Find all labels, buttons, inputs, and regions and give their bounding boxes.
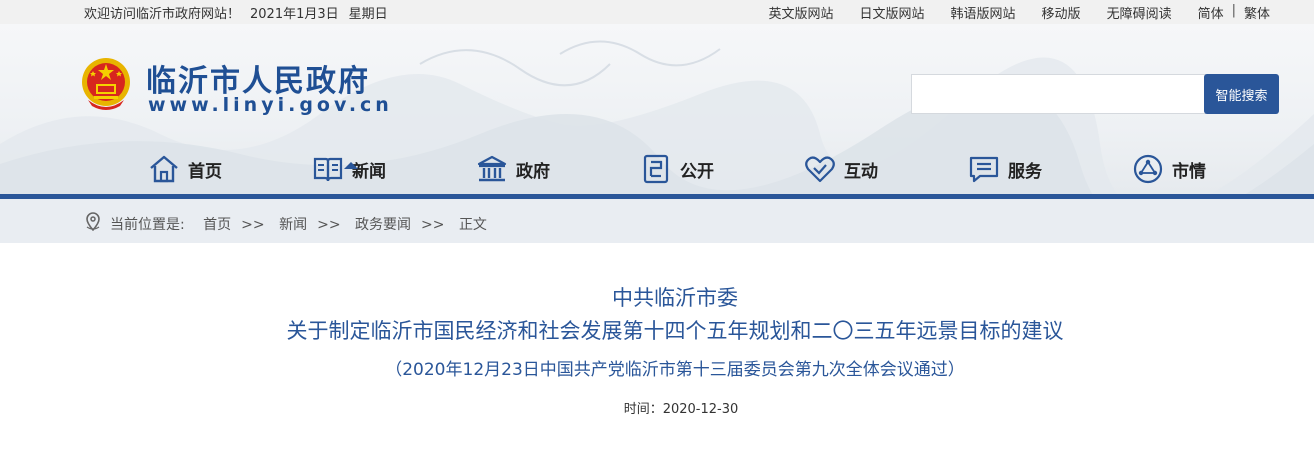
service-icon [969,156,999,183]
nav-item-interaction[interactable]: 互动 [804,152,878,186]
location-pin-icon [86,212,100,231]
time-value: 2020-12-30 [662,402,739,417]
simplified-chinese-link[interactable]: 简体 [1198,3,1224,22]
current-date: 2021年1月3日 [250,7,339,22]
smart-search-button[interactable]: 智能搜索 [1204,74,1279,114]
nav-label-government: 政府 [516,161,550,182]
government-icon [477,155,507,182]
top-bar: 欢迎访问临沂市政府网站！ 2021年1月3日 星期日 英文版网站 日文版网站 韩语版… [0,0,1314,24]
nav-item-home[interactable]: 首页 [148,152,222,186]
article-title-line2: 关于制定临沂市国民经济和社会发展第十四个五年规划和二〇三五年远景目标的建议 [286,319,1064,343]
city-info-icon [1133,154,1163,184]
nav-label-service: 服务 [1008,161,1042,182]
japanese-site-link[interactable]: 日文版网站 [860,3,925,22]
breadcrumb-current: 正文 [458,217,487,233]
time-label: 时间： [623,402,663,417]
breadcrumb-separator: >> [241,217,265,233]
nav-label-city-info: 市情 [1172,161,1206,182]
current-weekday: 星期日 [348,7,388,22]
mobile-site-link[interactable]: 移动版 [1042,3,1081,22]
top-links: 英文版网站 日文版网站 韩语版网站 移动版 无障碍阅读 简体 | 繁体 [743,3,1271,22]
nav-label-interaction: 互动 [844,161,878,182]
english-site-link[interactable]: 英文版网站 [769,3,834,22]
nav-label-news: 新闻 [352,161,386,182]
nav-label-home: 首页 [188,161,222,182]
nav-item-government[interactable]: 政府 [476,152,550,186]
welcome-text: 欢迎访问临沂市政府网站！ 2021年1月3日 星期日 [84,3,398,22]
traditional-chinese-link[interactable]: 繁体 [1244,3,1270,22]
article-subtitle: （2020年12月23日中国共产党临沂市第十三届委员会第九次全体会议通过） [385,360,965,380]
breadcrumb-prefix: 当前位置是: [110,217,185,233]
main-nav: 首页 新闻 政府 公开 互动 服务 市情 [0,142,1314,192]
nav-item-news[interactable]: 新闻 [312,152,386,186]
nav-item-city-info[interactable]: 市情 [1132,152,1206,186]
breadcrumb-government-news[interactable]: 政务要闻 [355,217,411,233]
disclosure-icon [643,154,669,184]
breadcrumb-news[interactable]: 新闻 [279,217,307,233]
article-publish-time: 时间：2020-12-30 [0,398,1314,417]
nav-item-disclosure[interactable]: 公开 [640,152,714,186]
news-icon [313,157,343,182]
search-input[interactable] [911,74,1206,114]
national-emblem-icon [82,58,130,110]
site-header: 临沂市人民政府 www.linyi.gov.cn 智能搜索 首页 新闻 政府 公… [0,24,1314,194]
nav-active-indicator [344,162,358,169]
breadcrumb-home[interactable]: 首页 [203,217,231,233]
language-separator: | [1231,3,1236,18]
welcome-message: 欢迎访问临沂市政府网站！ [84,7,241,22]
breadcrumb-trail: 当前位置是: 首页 >> 新闻 >> 政务要闻 >> 正文 [110,214,501,234]
nav-label-disclosure: 公开 [680,161,714,182]
breadcrumb-separator: >> [421,217,445,233]
site-url[interactable]: www.linyi.gov.cn [148,94,393,116]
nav-item-service[interactable]: 服务 [968,152,1042,186]
home-icon [150,155,178,183]
korean-site-link[interactable]: 韩语版网站 [951,3,1016,22]
breadcrumb-separator: >> [317,217,341,233]
article-title-line1: 中共临沂市委 [612,286,738,310]
accessibility-link[interactable]: 无障碍阅读 [1107,3,1172,22]
breadcrumb: 当前位置是: 首页 >> 新闻 >> 政务要闻 >> 正文 [0,199,1314,243]
interaction-icon [805,156,835,183]
